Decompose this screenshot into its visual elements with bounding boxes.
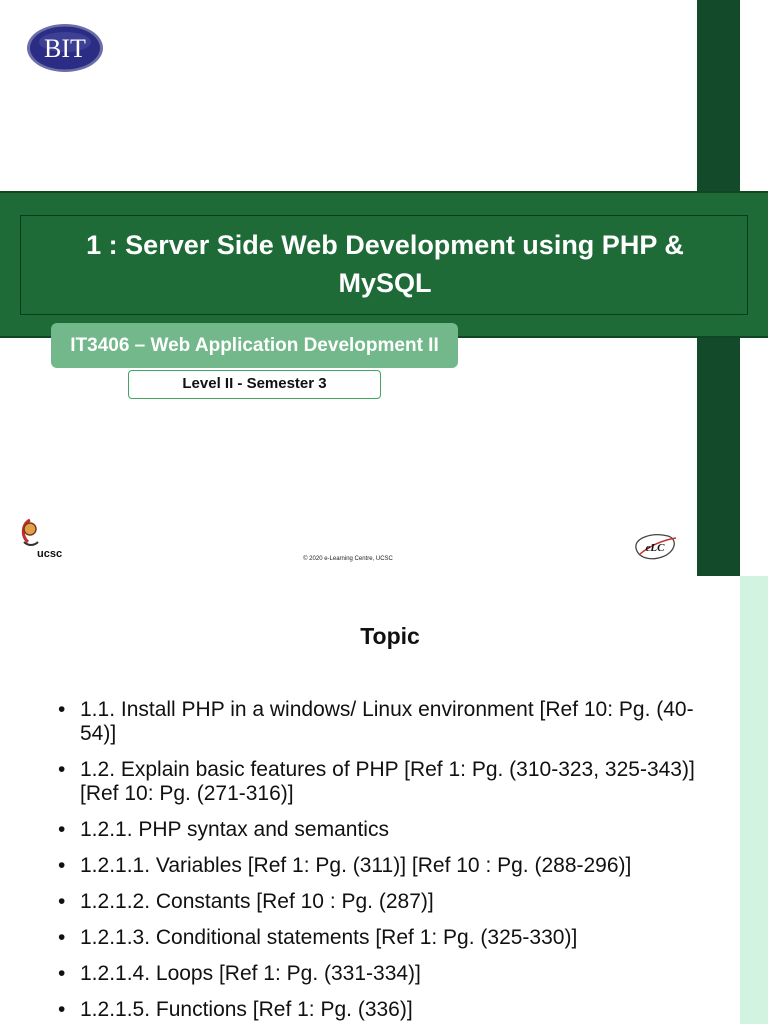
topic-item-text: 1.2.1.5. Functions [Ref 1: Pg. (336)] [80, 998, 413, 1021]
level-semester-label: Level II - Semester 3 [128, 370, 381, 399]
topic-item: • 1.2.1.5. Functions [Ref 1: Pg. (336)] [58, 998, 708, 1022]
topic-item: • 1.2. Explain basic features of PHP [Ref… [58, 758, 708, 806]
svg-text:eLC: eLC [646, 542, 666, 554]
topic-item: • 1.2.1.1. Variables [Ref 1: Pg. (311)] [… [58, 854, 708, 878]
topic-list: • 1.1. Install PHP in a windows/ Linux en… [58, 698, 708, 1024]
bullet-icon: • [58, 818, 66, 841]
topic-item-text: 1.2.1.3. Conditional statements [Ref 1: … [80, 926, 578, 949]
bullet-icon: • [58, 854, 66, 877]
topic-item: • 1.2.1.2. Constants [Ref 10 : Pg. (287)] [58, 890, 708, 914]
slide-title: 1 : Server Side Web Development using PH… [86, 230, 684, 298]
svg-text:BIT: BIT [44, 34, 86, 63]
bit-logo: BIT [25, 22, 105, 74]
topic-item-text: 1.2.1.4. Loops [Ref 1: Pg. (331-334)] [80, 962, 421, 985]
title-band: 1 : Server Side Web Development using PH… [0, 191, 768, 338]
topic-item-text: 1.2. Explain basic features of PHP [Ref … [80, 758, 695, 805]
topic-item: • 1.2.1. PHP syntax and semantics [58, 818, 708, 842]
elc-logo: eLC [632, 530, 678, 562]
topic-item-text: 1.2.1. PHP syntax and semantics [80, 818, 389, 841]
title-frame: 1 : Server Side Web Development using PH… [20, 215, 748, 315]
topic-heading: Topic [360, 623, 420, 649]
topic-item-text: 1.1. Install PHP in a windows/ Linux env… [80, 698, 694, 745]
bullet-icon: • [58, 890, 66, 913]
bullet-icon: • [58, 926, 66, 949]
title-slide: BIT 1 : Server Side Web Development usin… [0, 0, 768, 576]
topic-item: • 1.2.1.3. Conditional statements [Ref 1:… [58, 926, 708, 950]
bullet-icon: • [58, 698, 66, 721]
bullet-icon: • [58, 962, 66, 985]
topic-item-text: 1.2.1.2. Constants [Ref 10 : Pg. (287)] [80, 890, 434, 913]
bullet-icon: • [58, 998, 66, 1021]
svg-text:ucsc: ucsc [37, 548, 62, 560]
topic-item-text: 1.2.1.1. Variables [Ref 1: Pg. (311)] [R… [80, 854, 632, 877]
topic-slide: Topic • 1.1. Install PHP in a windows/ Li… [0, 576, 768, 1024]
bullet-icon: • [58, 758, 66, 781]
ucsc-logo: ucsc [18, 514, 68, 564]
topic-item: • 1.2.1.4. Loops [Ref 1: Pg. (331-334)] [58, 962, 708, 986]
course-name-badge: IT3406 – Web Application Development II [51, 323, 458, 368]
topic-item: • 1.1. Install PHP in a windows/ Linux en… [58, 698, 708, 746]
copyright-text: © 2020 e-Learning Centre, UCSC [303, 556, 393, 562]
